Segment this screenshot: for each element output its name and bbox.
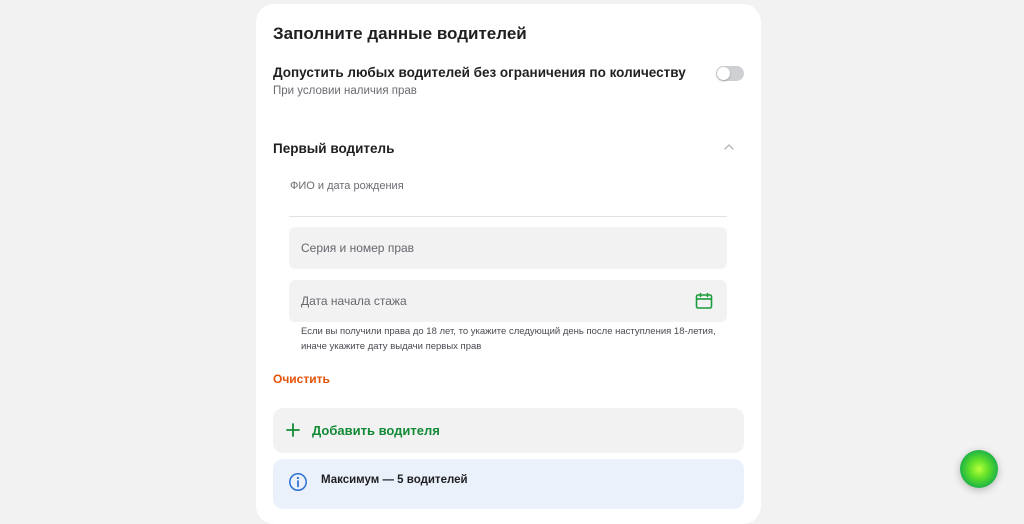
- experience-hint: Если вы получили права до 18 лет, то ука…: [301, 324, 741, 354]
- max-drivers-notice: Максимум — 5 водителей: [273, 459, 744, 509]
- experience-start-placeholder: Дата начала стажа: [301, 294, 407, 308]
- license-number-placeholder: Серия и номер прав: [301, 241, 415, 255]
- plus-icon: [286, 423, 300, 437]
- add-driver-label: Добавить водителя: [312, 423, 440, 438]
- fio-birth-input[interactable]: ФИО и дата рождения: [290, 180, 404, 192]
- add-driver-button[interactable]: Добавить водителя: [273, 408, 744, 453]
- toggle-knob: [717, 67, 730, 80]
- unlimited-drivers-toggle[interactable]: [716, 66, 744, 81]
- hint-line-2: иначе укажите дату выдачи первых прав: [301, 341, 482, 352]
- drivers-form-card: Заполните данные водителей Допустить люб…: [256, 4, 761, 524]
- first-driver-title: Первый водитель: [273, 141, 395, 156]
- unlimited-drivers-label: Допустить любых водителей без ограничени…: [273, 65, 686, 80]
- license-number-input[interactable]: Серия и номер прав: [289, 227, 727, 269]
- clear-button[interactable]: Очистить: [273, 372, 330, 386]
- chevron-up-icon[interactable]: [722, 140, 736, 154]
- page-title: Заполните данные водителей: [273, 24, 527, 43]
- fio-input-underline: [289, 216, 727, 217]
- experience-start-date-input[interactable]: Дата начала стажа: [289, 280, 727, 322]
- assistant-bubble-button[interactable]: [960, 450, 998, 488]
- unlimited-drivers-sublabel: При условии наличия прав: [273, 85, 417, 97]
- info-icon: [289, 473, 307, 491]
- hint-line-1: Если вы получили права до 18 лет, то ука…: [301, 326, 716, 337]
- calendar-icon[interactable]: [694, 291, 714, 311]
- max-drivers-text: Максимум — 5 водителей: [321, 474, 468, 486]
